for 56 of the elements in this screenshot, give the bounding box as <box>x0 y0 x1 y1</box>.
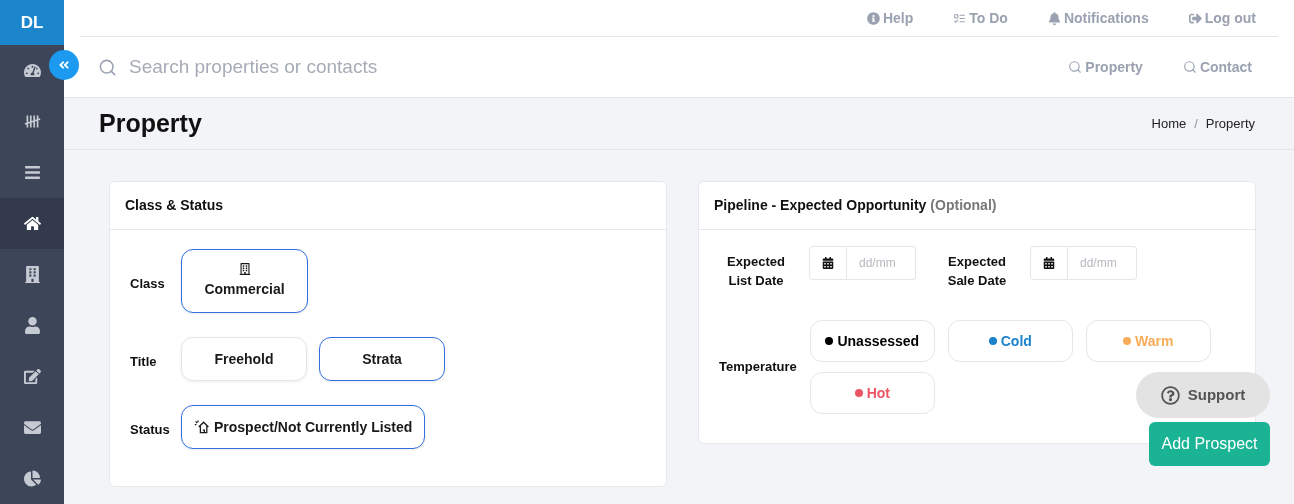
calendar-addon[interactable] <box>1030 246 1068 280</box>
add-prospect-button[interactable]: Add Prospect <box>1149 422 1270 466</box>
calendar-icon <box>1043 257 1055 269</box>
temperature-option[interactable]: Hot <box>809 372 935 414</box>
bell-icon <box>1047 11 1061 25</box>
option-button[interactable]: Freehold <box>181 337 307 381</box>
building-icon <box>238 262 251 275</box>
logout-icon <box>1188 11 1202 25</box>
optional-note: (Optional) <box>930 196 997 215</box>
field-label: Title <box>130 353 158 372</box>
temperature-option[interactable]: Cold <box>947 320 1073 362</box>
home-icon <box>23 215 41 232</box>
field-label: Class <box>130 275 166 294</box>
card-title: Pipeline - Expected Opportunity <box>714 196 927 215</box>
search-icon <box>98 57 117 77</box>
search-icon <box>1068 60 1083 74</box>
gauge-icon <box>23 62 41 79</box>
breadcrumb-link[interactable]: Property <box>1205 113 1255 134</box>
field-label: Status <box>130 421 171 440</box>
breadcrumb-link[interactable]: Home <box>1151 113 1187 134</box>
option-button[interactable]: Prospect/Not Currently Listed <box>181 405 426 449</box>
page-title: Property <box>99 107 202 139</box>
option-button[interactable]: Commercial <box>181 249 308 313</box>
tally-icon <box>23 113 41 130</box>
help-icon <box>1160 385 1180 405</box>
search-link[interactable]: Contact <box>1182 56 1252 78</box>
field-label: Expected List Date <box>726 253 786 290</box>
option-button[interactable]: Strata <box>319 337 445 381</box>
search-link[interactable]: Property <box>1068 56 1143 78</box>
pie-chart-icon <box>23 470 41 487</box>
card-title: Class & Status <box>110 182 666 230</box>
double-chevron-icon <box>58 59 70 71</box>
top-link[interactable]: Log out <box>1188 7 1256 29</box>
search-field[interactable]: Search properties or contacts <box>129 52 1069 82</box>
checklist-icon <box>953 11 967 25</box>
support-button[interactable]: Support <box>1136 372 1270 418</box>
top-link[interactable]: Help <box>866 7 914 29</box>
date-field[interactable]: dd/mm <box>1068 246 1137 280</box>
breadcrumb-separator: / <box>1194 114 1198 133</box>
edit-icon <box>23 368 41 385</box>
user-icon <box>23 317 41 334</box>
temperature-option[interactable]: Unassessed <box>809 320 935 362</box>
field-label: Expected Sale Date <box>946 253 1008 290</box>
top-link[interactable]: Notifications <box>1047 7 1149 29</box>
calendar-addon[interactable] <box>809 246 847 280</box>
info-icon <box>866 11 880 25</box>
calendar-icon <box>822 257 834 269</box>
envelope-icon <box>23 419 41 436</box>
building-icon <box>23 266 41 283</box>
field-label: Temperature <box>719 358 797 377</box>
menu-icon <box>23 164 41 181</box>
search-icon <box>1182 60 1197 74</box>
house-icon <box>194 419 210 435</box>
top-link[interactable]: To Do <box>953 7 1008 29</box>
logo[interactable]: DL <box>0 0 64 45</box>
date-field[interactable]: dd/mm <box>847 246 916 280</box>
